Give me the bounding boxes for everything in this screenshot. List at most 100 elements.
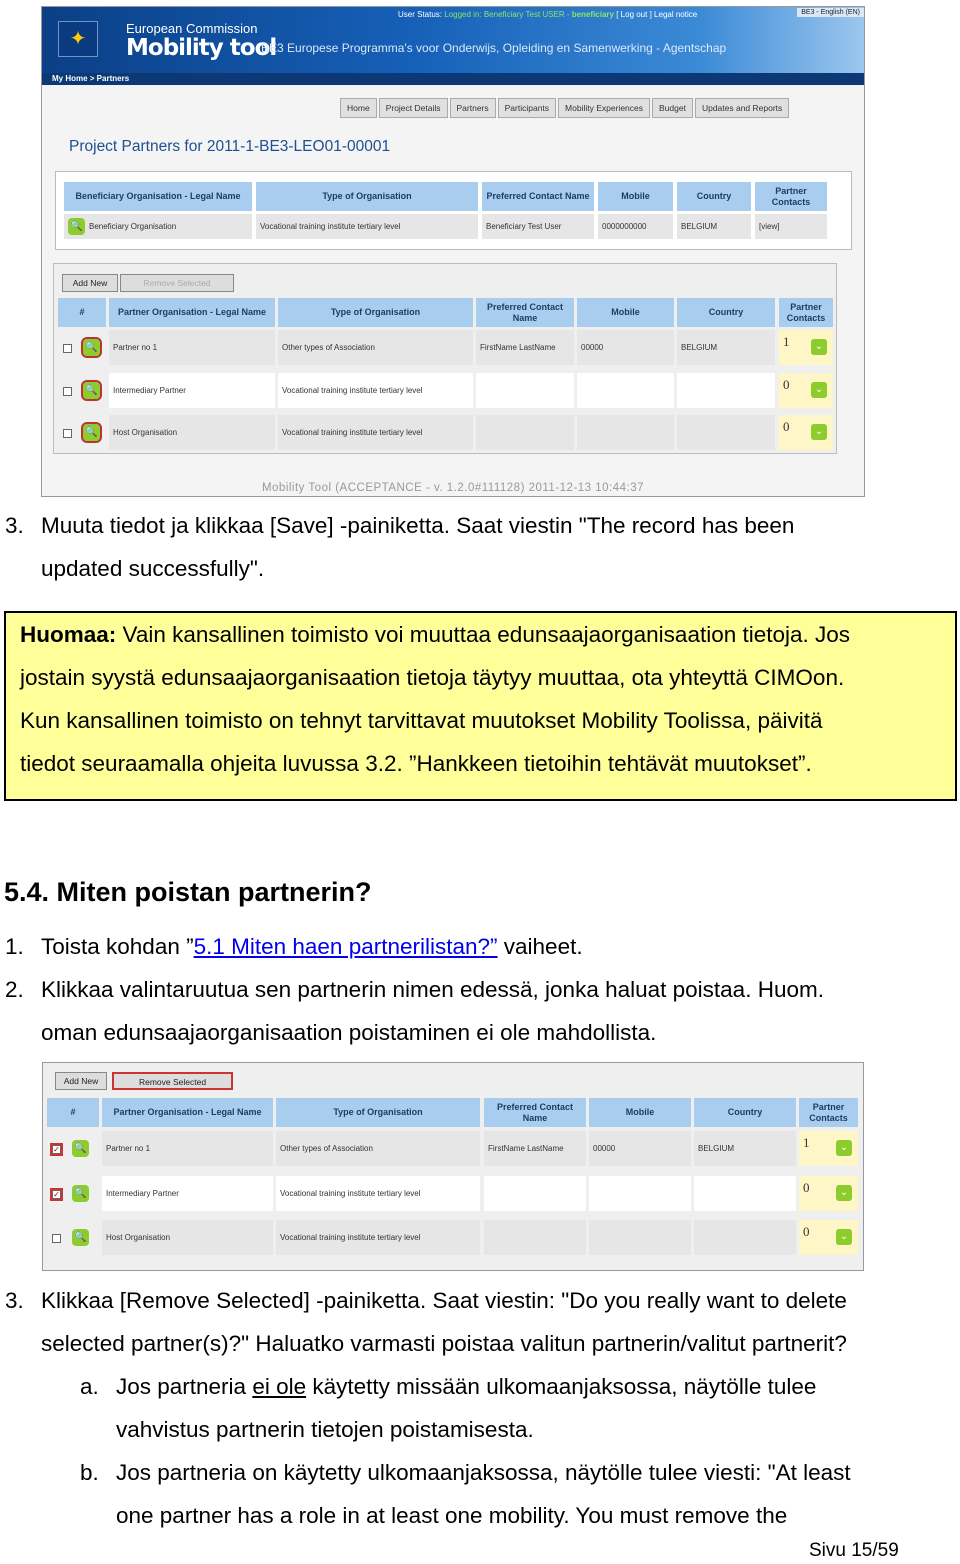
partner-cell — [694, 1176, 796, 1211]
app-title: Mobility tool — [126, 35, 277, 61]
header-cell: Mobile — [589, 1098, 691, 1127]
magnifier-icon[interactable]: 🔍 — [68, 218, 85, 235]
row-checkbox[interactable] — [52, 1234, 61, 1243]
view-partner-icon[interactable]: 🔍 — [72, 1229, 89, 1246]
note-line3: Kun kansallinen toimisto on tehnyt tarvi… — [20, 708, 823, 733]
tab-budget[interactable]: Budget — [652, 98, 693, 118]
a-underlined: ei ole — [252, 1374, 307, 1399]
note-box: Huomaa: Vain kansallinen toimisto voi mu… — [4, 611, 957, 801]
row-checkbox[interactable] — [63, 429, 72, 438]
item-3-line1: Klikkaa [Remove Selected] -painiketta. S… — [41, 1288, 847, 1313]
beneficiary-cell: 🔍 Beneficiary Organisation — [64, 214, 252, 239]
item-3-line2: selected partner(s)?" Haluatko varmasti … — [41, 1331, 847, 1356]
page-title: Project Partners for 2011-1-BE3-LEO01-00… — [69, 138, 391, 155]
row-checkbox[interactable]: ✓ — [50, 1188, 63, 1201]
partner-cell — [577, 415, 674, 450]
item-2-line2: oman edunsaajaorganisaation poistaminen … — [41, 1020, 657, 1045]
item-1-number: 1. — [5, 934, 24, 959]
view-partner-icon[interactable]: 🔍 — [81, 380, 102, 401]
legal-notice-link[interactable]: Legal notice — [654, 10, 697, 19]
note-line1: Vain kansallinen toimisto voi muuttaa ed… — [116, 622, 851, 647]
status-label: User Status: — [398, 10, 443, 19]
tab-updates-and-reports[interactable]: Updates and Reports — [694, 98, 790, 118]
breadcrumb[interactable]: My Home > Partners — [42, 73, 864, 85]
language-select[interactable]: BE3 - English (EN) — [797, 8, 864, 17]
step-3-number: 3. — [5, 513, 24, 538]
view-partner-icon[interactable]: 🔍 — [72, 1140, 89, 1157]
beneficiary-cell: [view] — [755, 214, 827, 239]
expand-contacts-icon[interactable]: ⌄ — [836, 1185, 852, 1201]
row-checkbox[interactable] — [63, 387, 72, 396]
beneficiary-cell: 0000000000 — [598, 214, 673, 239]
header-cell: Partner Contacts — [799, 1098, 858, 1127]
expand-contacts-icon[interactable]: ⌄ — [836, 1140, 852, 1156]
note-line4: tiedot seuraamalla ohjeita luvussa 3.2. … — [20, 751, 812, 776]
partner-cell — [589, 1220, 691, 1255]
logout-link[interactable]: [ Log out ] — [616, 10, 652, 19]
item-2-line1: Klikkaa valintaruutua sen partnerin nime… — [41, 977, 824, 1002]
item-2-number: 2. — [5, 977, 24, 1002]
partner-cell: Partner no 1 — [109, 330, 275, 365]
a-post: käytetty missään ulkomaanjaksossa, näytö… — [306, 1374, 817, 1399]
section-heading: 5.4. Miten poistan partnerin? — [4, 877, 372, 907]
tab-participants[interactable]: Participants — [497, 98, 557, 118]
partner-cell: 00000 — [577, 330, 674, 365]
tab-mobility-experiences[interactable]: Mobility Experiences — [558, 98, 650, 118]
partner-cell: Host Organisation — [102, 1220, 273, 1255]
header-cell: Country — [694, 1098, 796, 1127]
cell-text: Beneficiary Organisation — [89, 222, 177, 231]
view-partner-icon[interactable]: 🔍 — [72, 1185, 89, 1202]
expand-contacts-icon[interactable]: ⌄ — [811, 424, 827, 440]
note-line2: jostain syystä edunsaajaorganisaation ti… — [20, 665, 845, 690]
logged-in: Logged in: Beneficiary Test USER - — [444, 10, 570, 19]
section-5-1-link[interactable]: 5.1 Miten haen partnerilistan?” — [194, 934, 498, 959]
row-checkbox[interactable]: ✓ — [50, 1143, 63, 1156]
header-cell: Country — [677, 182, 751, 211]
partner-cell — [484, 1220, 586, 1255]
partners-table-selected: Add New Remove Selected # Partner Organisat… — [43, 1063, 863, 1270]
header-cell: Type of Organisation — [256, 182, 478, 211]
remove-selected-button[interactable]: Remove Selected — [112, 1072, 233, 1090]
view-partner-icon[interactable]: 🔍 — [81, 422, 102, 443]
remove-selected-button[interactable]: Remove Selected — [120, 274, 234, 292]
header-cell: # — [47, 1098, 99, 1127]
header-cell: Preferred Contact Name — [476, 298, 574, 327]
tab-partners[interactable]: Partners — [449, 98, 496, 118]
add-new-button[interactable]: Add New — [55, 1072, 107, 1090]
expand-contacts-icon[interactable]: ⌄ — [836, 1229, 852, 1245]
partners-table: Add New Remove Selected # Partner Organisat… — [53, 263, 837, 454]
expand-contacts-icon[interactable]: ⌄ — [811, 339, 827, 355]
partner-cell: BELGIUM — [677, 330, 775, 365]
partner-cell: Other types of Association — [276, 1131, 480, 1166]
beneficiary-cell: BELGIUM — [677, 214, 751, 239]
header-cell: Mobile — [577, 298, 674, 327]
tab-home[interactable]: Home — [340, 98, 377, 118]
tab-project-details[interactable]: Project Details — [378, 98, 448, 118]
partner-cell: FirstName LastName — [484, 1131, 586, 1166]
partner-cell — [484, 1176, 586, 1211]
note-label: Huomaa: — [20, 622, 117, 647]
item-3-number: 3. — [5, 1288, 24, 1313]
cell-text[interactable]: [view] — [759, 222, 779, 231]
a-pre: Jos partneria — [116, 1374, 253, 1399]
step-3-line1: Muuta tiedot ja klikkaa [Save] -painiket… — [41, 513, 795, 538]
header-cell: Preferred Contact Name — [484, 1098, 586, 1127]
page-number: Sivu 15/59 — [809, 1540, 899, 1561]
partner-cell — [694, 1220, 796, 1255]
header-cell: Preferred Contact Name — [482, 182, 594, 211]
partner-cell: Intermediary Partner — [102, 1176, 273, 1211]
add-new-button[interactable]: Add New — [62, 274, 118, 292]
step-3-line2: updated successfully". — [41, 556, 265, 581]
beneficiary-cell: Beneficiary Test User — [482, 214, 594, 239]
header-cell: Partner Contacts — [755, 182, 827, 211]
item-1-post: vaiheet. — [497, 934, 583, 959]
header-cell: Country — [677, 298, 775, 327]
partner-cell — [589, 1176, 691, 1211]
row-checkbox[interactable] — [63, 344, 72, 353]
view-partner-icon[interactable]: 🔍 — [81, 337, 102, 358]
partner-cell: Vocational training institute tertiary l… — [278, 415, 473, 450]
ec-label: European Commission — [126, 21, 258, 36]
cell-text: Beneficiary Test User — [486, 222, 562, 231]
partner-cell — [677, 373, 775, 408]
expand-contacts-icon[interactable]: ⌄ — [811, 382, 827, 398]
